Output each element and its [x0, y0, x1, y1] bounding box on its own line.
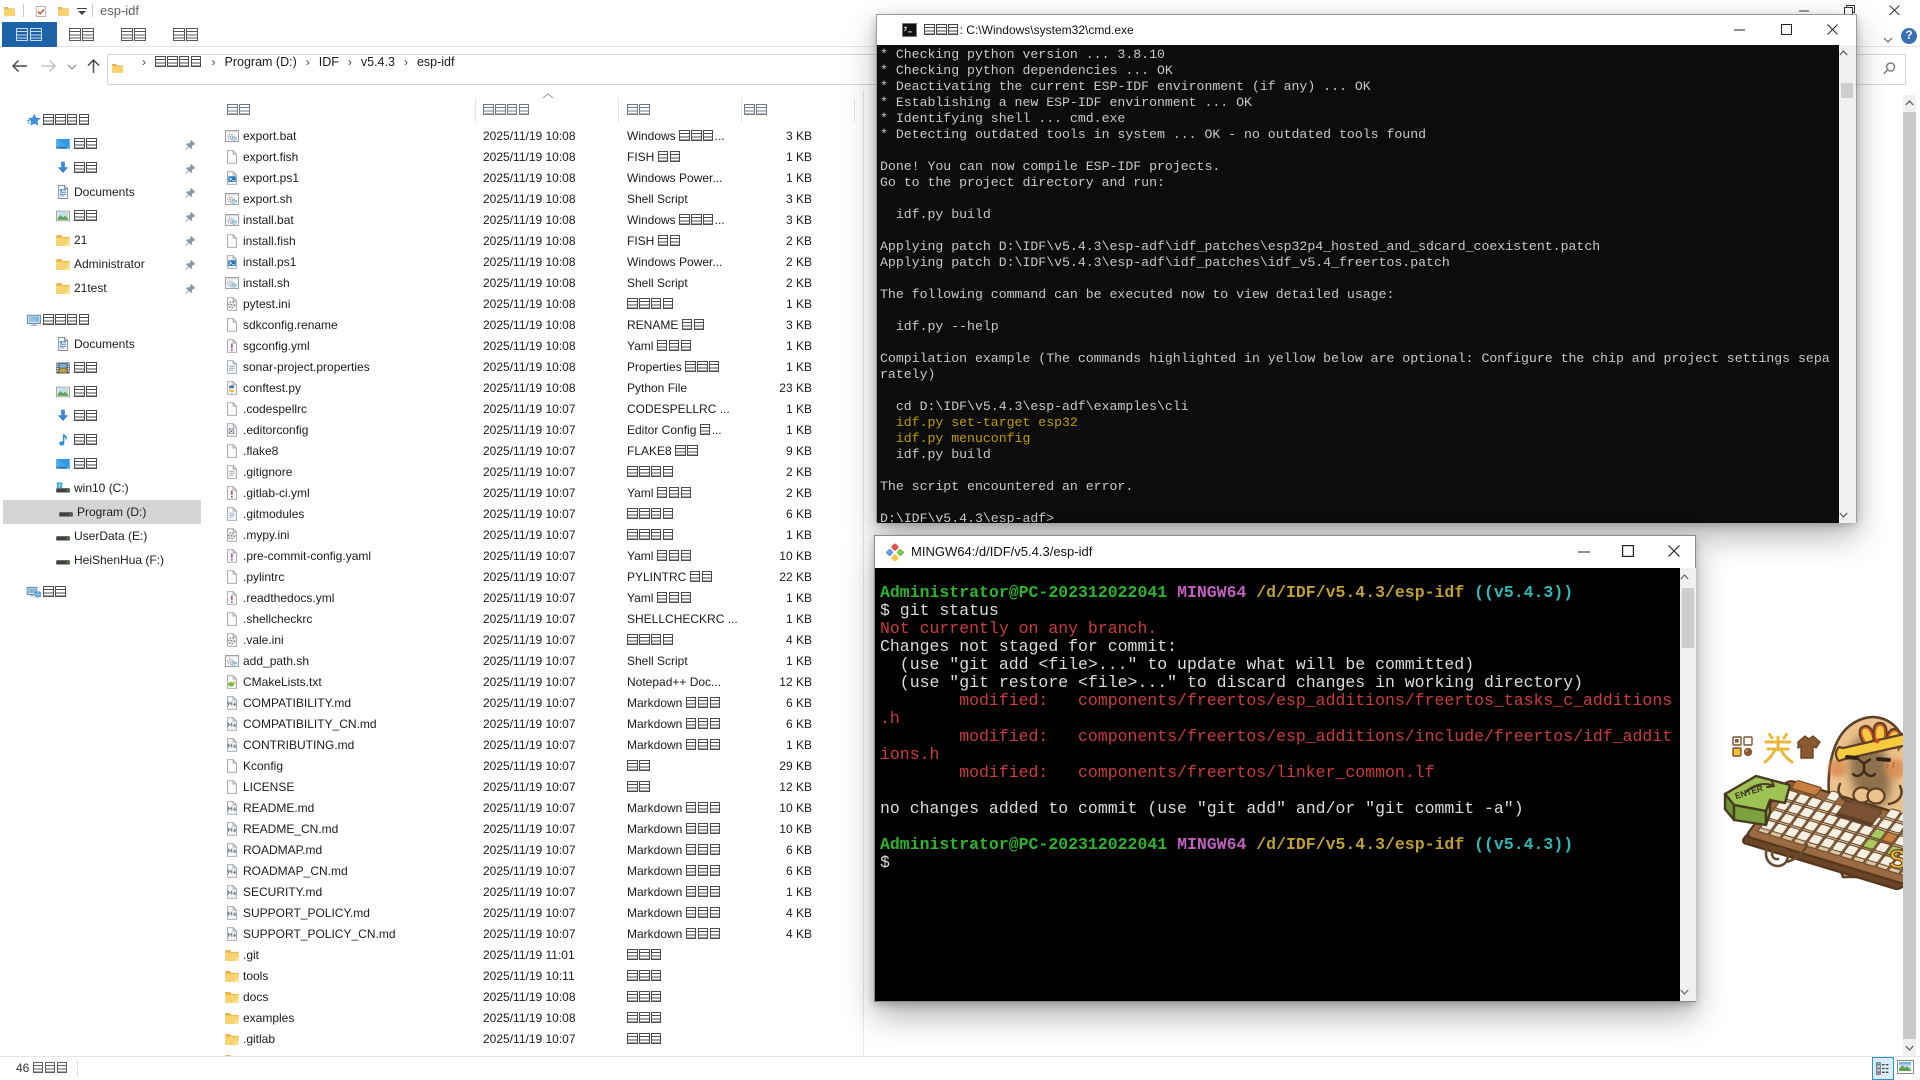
- svg-text:S: S: [1889, 844, 1903, 874]
